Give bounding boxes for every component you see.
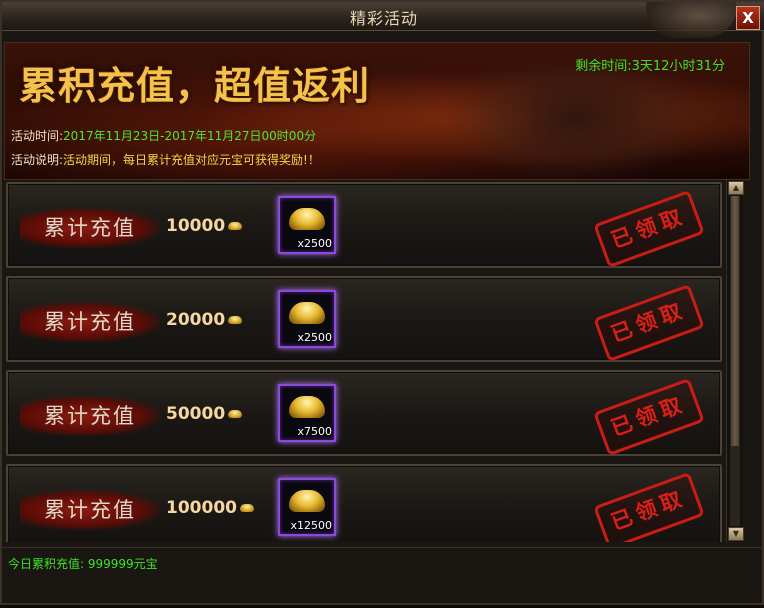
reward-threshold-value: 100000 (166, 498, 237, 518)
reward-list: 累计充值 10000 x2500 已领取 累计充值 20000 x2500 已领… (4, 180, 726, 542)
event-time-value: 2017年11月23日-2017年11月27日00时00分 (63, 129, 317, 143)
gold-ingot-icon (289, 302, 325, 324)
claimed-stamp: 已领取 (593, 189, 705, 269)
reward-row: 累计充值 20000 x2500 已领取 (6, 276, 722, 363)
ingot-icon (228, 316, 243, 324)
ingot-icon (239, 504, 254, 512)
reward-item-qty: x2500 (297, 237, 332, 250)
reward-item-slot[interactable]: x7500 (278, 384, 336, 442)
title-bar: 精彩活动 X (2, 2, 764, 38)
reward-threshold: 10000 (166, 216, 243, 236)
scroll-down-icon[interactable]: ▼ (728, 527, 744, 541)
reward-threshold: 20000 (166, 310, 243, 330)
reward-list-scrollbar[interactable]: ▲ ▼ (726, 180, 744, 542)
gold-ingot-icon (289, 490, 325, 512)
reward-item-qty: x12500 (290, 519, 332, 532)
ingot-icon (228, 222, 243, 230)
claimed-stamp: 已领取 (593, 377, 705, 457)
event-description-value: 活动期间，每日累计充值对应元宝可获得奖励!！ (63, 153, 320, 167)
reward-threshold-value: 20000 (166, 310, 226, 330)
reward-threshold: 50000 (166, 404, 243, 424)
reward-tag: 累计充值 (20, 208, 160, 248)
reward-item-qty: x2500 (297, 331, 332, 344)
event-time: 活动时间:2017年11月23日-2017年11月27日00时00分 (11, 127, 316, 144)
gold-ingot-icon (289, 396, 325, 418)
reward-row: 累计充值 100000 x12500 已领取 (6, 464, 722, 542)
reward-item-slot[interactable]: x2500 (278, 196, 336, 254)
claimed-stamp: 已领取 (593, 471, 705, 542)
ingot-icon (228, 410, 243, 418)
event-description: 活动说明:活动期间，每日累计充值对应元宝可获得奖励!！ (11, 151, 320, 168)
today-total-recharge: 今日累积充值: 999999元宝 (8, 557, 158, 571)
event-banner: 累积充值，超值返利 剩余时间:3天12小时31分 活动时间:2017年11月23… (4, 42, 750, 180)
scrollbar-track[interactable] (730, 196, 740, 526)
reward-tag: 累计充值 (20, 490, 160, 530)
reward-threshold-value: 10000 (166, 216, 226, 236)
remaining-time: 剩余时间:3天12小时31分 (575, 55, 725, 74)
reward-tag: 累计充值 (20, 396, 160, 436)
reward-threshold: 100000 (166, 498, 254, 518)
gold-ingot-icon (289, 208, 325, 230)
reward-row: 累计充值 10000 x2500 已领取 (6, 182, 722, 269)
reward-threshold-value: 50000 (166, 404, 226, 424)
event-description-label: 活动说明: (11, 153, 64, 167)
reward-row: 累计充值 50000 x7500 已领取 (6, 370, 722, 457)
reward-item-slot[interactable]: x12500 (278, 478, 336, 536)
reward-item-qty: x7500 (297, 425, 332, 438)
event-time-label: 活动时间: (11, 129, 64, 143)
banner-headline: 累积充值，超值返利 (19, 64, 371, 108)
close-button[interactable]: X (736, 6, 760, 30)
dragon-ornament-icon (646, 2, 736, 38)
scroll-up-icon[interactable]: ▲ (728, 181, 744, 195)
reward-item-slot[interactable]: x2500 (278, 290, 336, 348)
scrollbar-thumb[interactable] (731, 196, 739, 446)
claimed-stamp: 已领取 (593, 283, 705, 363)
remaining-time-value: 3天12小时31分 (631, 59, 725, 74)
reward-tag: 累计充值 (20, 302, 160, 342)
activity-window: 精彩活动 X 累积充值，超值返利 剩余时间:3天12小时31分 活动时间:201… (0, 0, 764, 605)
remaining-time-label: 剩余时间: (575, 59, 632, 74)
